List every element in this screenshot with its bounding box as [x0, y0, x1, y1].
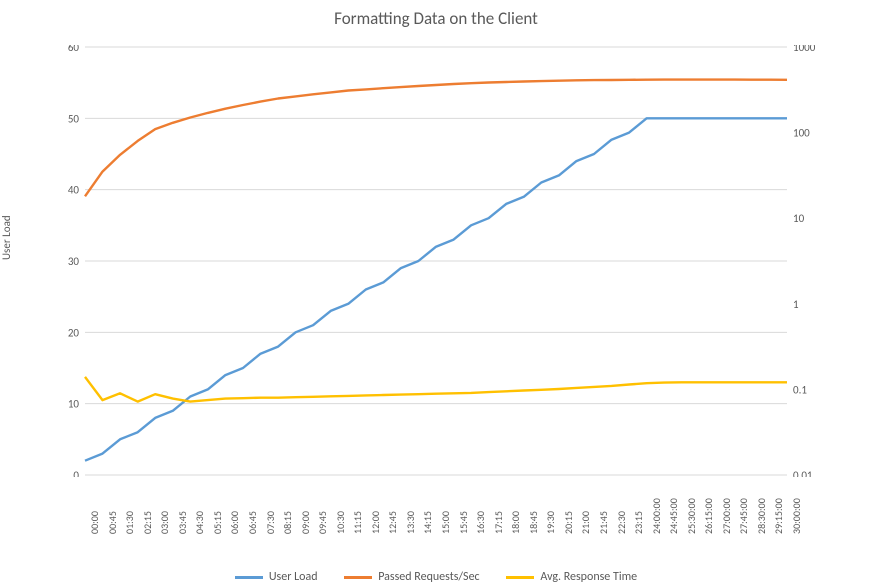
x-tick-label: 05:15 — [211, 511, 218, 534]
legend-swatch-icon — [235, 576, 263, 579]
svg-text:40: 40 — [68, 184, 80, 197]
gridlines — [85, 47, 787, 475]
y-left-axis-label: User Load — [0, 215, 13, 260]
x-tick-label: 06:00 — [228, 511, 235, 534]
x-tick-label: 03:00 — [158, 511, 165, 534]
x-tick-label: 14:15 — [421, 511, 428, 534]
svg-text:50: 50 — [68, 112, 80, 125]
svg-text:10: 10 — [793, 212, 805, 225]
x-tick-label: 16:30 — [474, 511, 481, 534]
legend-item-user-load: User Load — [235, 570, 318, 584]
svg-text:0.1: 0.1 — [793, 383, 807, 396]
x-tick-label: 02:15 — [141, 511, 148, 534]
legend-item-avg-response: Avg. Response Time — [506, 570, 637, 584]
svg-text:10: 10 — [68, 398, 80, 411]
chart-title: Formatting Data on the Client — [0, 8, 872, 29]
x-tick-label: 01:30 — [123, 511, 130, 534]
x-tick-label: 08:15 — [281, 511, 288, 534]
legend-label: User Load — [269, 570, 318, 584]
svg-text:0: 0 — [73, 469, 79, 477]
x-tick-label: 19:30 — [544, 511, 551, 534]
x-tick-label: 13:30 — [404, 511, 411, 534]
x-tick-label: 23:15 — [632, 511, 639, 534]
x-tick-label: 30:00:00 — [790, 498, 797, 534]
x-axis-labels: 00:00 00:45 01:30 02:15 03:00 03:45 04:30 05:15… — [55, 479, 815, 559]
x-tick-label: 18:00 — [509, 511, 516, 534]
x-tick-label: 11:15 — [351, 511, 358, 534]
x-tick-label: 26:15:00 — [702, 498, 709, 534]
x-tick-label: 29:15:00 — [772, 498, 779, 534]
x-tick-label: 21:45 — [597, 511, 604, 534]
legend-label: Passed Requests/Sec — [378, 570, 479, 584]
x-tick-label: 04:30 — [193, 511, 200, 534]
x-tick-label: 12:00 — [369, 511, 376, 534]
svg-text:30: 30 — [68, 255, 80, 268]
legend-swatch-icon — [344, 576, 372, 579]
svg-text:20: 20 — [68, 326, 80, 339]
svg-text:60: 60 — [68, 45, 80, 54]
x-tick-label: 21:00 — [579, 511, 586, 534]
x-tick-label: 06:45 — [246, 511, 253, 534]
svg-text:1000: 1000 — [793, 45, 815, 54]
chart-container: Formatting Data on the Client User Load … — [0, 0, 872, 588]
y-right-ticks: 0.01 0.1 1 10 100 1000 — [793, 45, 815, 477]
x-tick-label: 28:30:00 — [755, 498, 762, 534]
x-tick-label: 24:45:00 — [667, 498, 674, 534]
svg-text:1: 1 — [793, 298, 799, 311]
y-left-ticks: 0 10 20 30 40 50 60 — [68, 45, 80, 477]
x-tick-label: 07:30 — [264, 511, 271, 534]
x-tick-label: 22:30 — [615, 511, 622, 534]
x-tick-label: 17:15 — [492, 511, 499, 534]
x-tick-label: 25:30:00 — [685, 498, 692, 534]
x-tick-label: 10:30 — [334, 511, 341, 534]
plot-area: 0 10 20 30 40 50 60 0.01 0.1 1 10 100 1000 — [55, 45, 815, 477]
svg-text:100: 100 — [793, 127, 810, 140]
x-tick-label: 20:15 — [562, 511, 569, 534]
legend-item-passed-requests: Passed Requests/Sec — [344, 570, 479, 584]
x-tick-label: 09:45 — [316, 511, 323, 534]
x-tick-label: 15:00 — [439, 511, 446, 534]
svg-text:0.01: 0.01 — [793, 469, 813, 477]
x-tick-label: 00:00 — [88, 511, 95, 534]
x-tick-label: 18:45 — [527, 511, 534, 534]
x-tick-label: 27:45:00 — [737, 498, 744, 534]
legend-swatch-icon — [506, 576, 534, 579]
legend: User Load Passed Requests/Sec Avg. Respo… — [0, 569, 872, 585]
x-tick-label: 00:45 — [106, 511, 113, 534]
x-tick-label: 09:00 — [299, 511, 306, 534]
x-tick-label: 27:00:00 — [720, 498, 727, 534]
x-tick-label: 15:45 — [457, 511, 464, 534]
legend-label: Avg. Response Time — [540, 570, 637, 584]
x-tick-label: 12:45 — [386, 511, 393, 534]
x-tick-label: 24:00:00 — [650, 498, 657, 534]
x-tick-label: 03:45 — [176, 511, 183, 534]
